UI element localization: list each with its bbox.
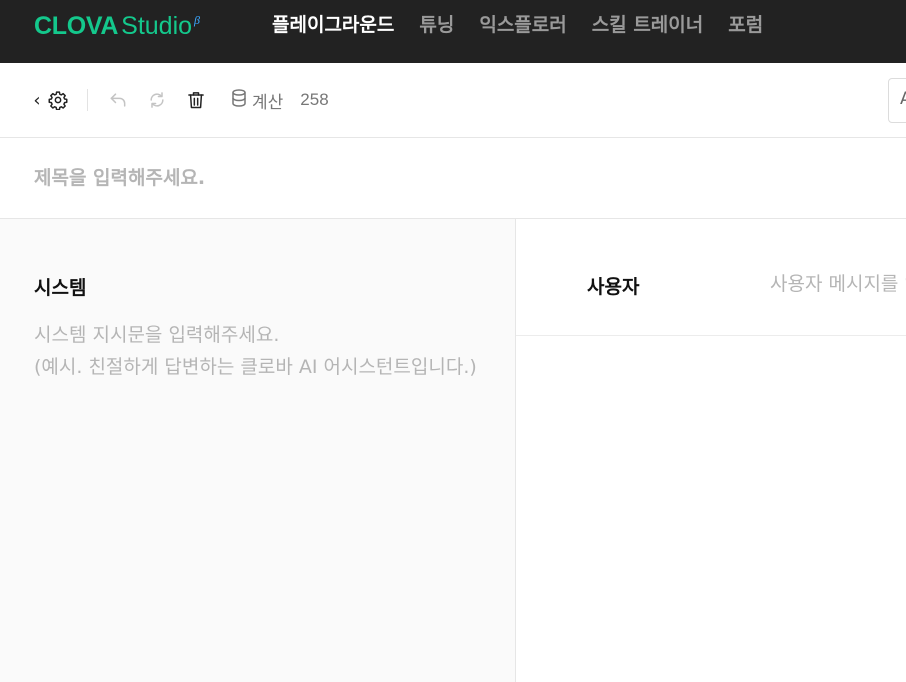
nav-forum[interactable]: 포럼 — [728, 12, 763, 38]
main-nav: 플레이그라운드 튜닝 익스플로러 스킬 트레이너 포럼 — [272, 12, 788, 38]
calc-label: 계산 — [252, 92, 284, 113]
nav-playground[interactable]: 플레이그라운드 — [272, 12, 394, 38]
system-panel: 시스템 — [0, 219, 516, 682]
database-icon — [231, 89, 247, 111]
title-row — [0, 138, 906, 219]
system-prompt-textarea[interactable] — [34, 319, 496, 679]
logo-studio-text: Studio — [121, 12, 193, 40]
user-role-label[interactable]: 사용자 — [587, 272, 639, 299]
token-calculator[interactable]: 계산 258 — [231, 87, 329, 113]
back-button[interactable]: ‹ — [30, 89, 44, 111]
logo-clova-text: CLOVA — [34, 12, 119, 40]
clova-studio-logo[interactable]: CLOVA Studio β — [34, 11, 200, 41]
toolbar-right-button[interactable]: A — [888, 78, 906, 123]
trash-icon[interactable] — [186, 90, 206, 110]
nav-explorer[interactable]: 익스플로러 — [479, 12, 566, 38]
nav-tuning[interactable]: 튜닝 — [419, 12, 454, 38]
conversation-panel: 사용자 — [516, 219, 906, 682]
toolbar-divider — [87, 89, 88, 111]
system-heading: 시스템 — [34, 277, 87, 299]
user-message-row: 사용자 — [516, 219, 906, 336]
title-input[interactable] — [34, 163, 834, 193]
token-count: 258 — [300, 90, 329, 109]
right-button-label: A — [900, 89, 906, 109]
user-message-input[interactable] — [770, 269, 906, 299]
undo-icon[interactable] — [108, 90, 128, 110]
nav-skill-trainer[interactable]: 스킬 트레이너 — [592, 12, 704, 38]
redo-icon[interactable] — [147, 90, 167, 110]
playground-toolbar: ‹ 계산 258 A — [0, 63, 906, 138]
logo-beta-badge: β — [194, 13, 201, 27]
gear-icon[interactable] — [48, 90, 68, 110]
top-navigation-bar: CLOVA Studio β 플레이그라운드 튜닝 익스플로러 스킬 트레이너 … — [0, 0, 906, 63]
